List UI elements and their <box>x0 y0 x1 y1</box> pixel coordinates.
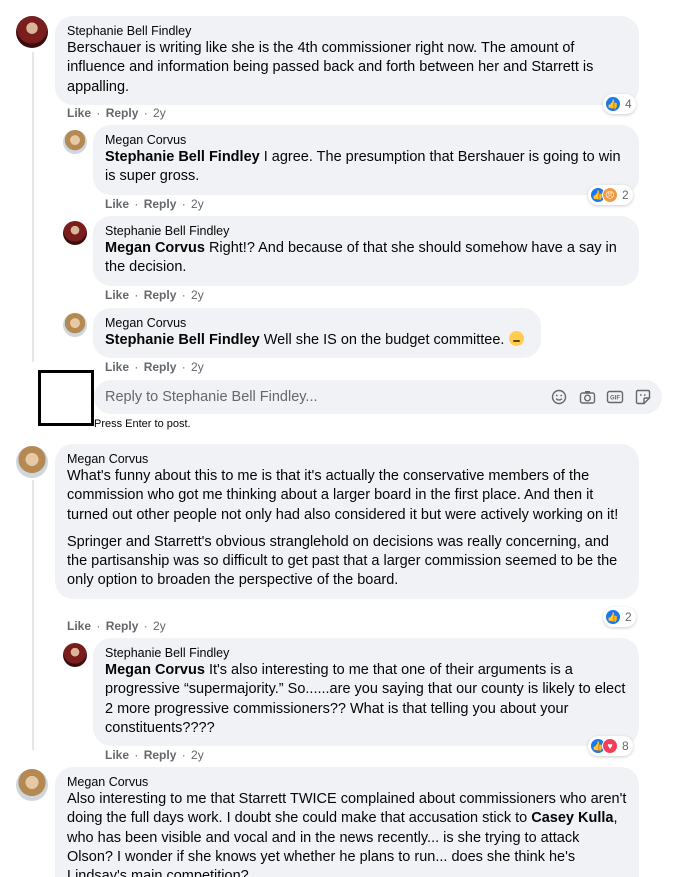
mention-link[interactable]: Stephanie Bell Findley <box>105 332 260 348</box>
comment-bubble: Stephanie Bell Findley Berschauer is wri… <box>55 16 639 105</box>
reply-input[interactable]: Reply to Stephanie Bell Findley... GIF <box>94 380 662 414</box>
smiley-icon[interactable] <box>550 388 568 406</box>
comment-bubble: Stephanie Bell Findley Megan Corvus It's… <box>93 638 639 747</box>
reaction-summary[interactable]: 👍 😠 2 <box>588 185 633 205</box>
avatar[interactable] <box>16 16 48 48</box>
reply-link[interactable]: Reply <box>144 288 177 302</box>
reaction-count: 2 <box>625 610 632 624</box>
reply-placeholder: Reply to Stephanie Bell Findley... <box>105 389 318 405</box>
comment-actions: Like · Reply · 2y <box>67 106 166 120</box>
reply-link[interactable]: Reply <box>144 197 177 211</box>
comment-bubble: Megan Corvus Stephanie Bell Findley I ag… <box>93 125 639 195</box>
angry-face-icon: 😠 <box>602 187 618 203</box>
avatar[interactable] <box>63 221 87 245</box>
mention-link[interactable]: Casey Kulla <box>531 810 613 826</box>
avatar[interactable] <box>63 130 87 154</box>
comment-paragraph: What's funny about this to me is that it… <box>67 468 619 523</box>
comment-bubble: Stephanie Bell Findley Megan Corvus Righ… <box>93 216 639 286</box>
comment-actions: Like · Reply · 2y <box>105 360 204 374</box>
comment-bubble: Megan Corvus Also interesting to me that… <box>55 767 639 877</box>
avatar[interactable] <box>63 313 87 337</box>
composer-tools: GIF <box>550 388 652 406</box>
comment-text: What's funny about this to me is that it… <box>67 467 627 591</box>
comment-text: Megan Corvus It's also interesting to me… <box>105 661 627 738</box>
comment-text: Berschauer is writing like she is the 4t… <box>67 40 594 95</box>
reaction-summary[interactable]: 👍 2 <box>603 607 636 627</box>
reaction-summary[interactable]: 👍 ♥ 8 <box>588 736 633 756</box>
timestamp[interactable]: 2y <box>191 748 204 762</box>
mention-link[interactable]: Megan Corvus <box>105 240 205 256</box>
avatar[interactable] <box>63 643 87 667</box>
comment-author[interactable]: Megan Corvus <box>105 315 529 331</box>
comment-paragraph: Springer and Starrett's obvious strangle… <box>67 533 618 589</box>
thread-line <box>32 52 34 362</box>
timestamp[interactable]: 2y <box>191 360 204 374</box>
reaction-count: 8 <box>622 739 629 753</box>
comment-author[interactable]: Stephanie Bell Findley <box>105 645 627 661</box>
thumbs-up-icon: 👍 <box>605 609 621 625</box>
timestamp[interactable]: 2y <box>153 619 166 633</box>
like-link[interactable]: Like <box>105 360 129 374</box>
eye-roll-emoji-icon <box>508 331 524 346</box>
avatar[interactable] <box>16 446 48 478</box>
like-link[interactable]: Like <box>105 748 129 762</box>
like-link[interactable]: Like <box>105 197 129 211</box>
comment-text: Megan Corvus Right!? And because of that… <box>105 239 627 278</box>
reaction-count: 4 <box>625 97 632 111</box>
comment-author[interactable]: Stephanie Bell Findley <box>67 23 627 39</box>
timestamp[interactable]: 2y <box>191 197 204 211</box>
comment-actions: Like · Reply · 2y <box>105 288 204 302</box>
svg-text:GIF: GIF <box>610 396 620 402</box>
comment-author[interactable]: Megan Corvus <box>105 132 627 148</box>
reply-link[interactable]: Reply <box>144 748 177 762</box>
comment-body: Well she IS on the budget committee. <box>259 332 505 348</box>
timestamp[interactable]: 2y <box>191 288 204 302</box>
reply-link[interactable]: Reply <box>144 360 177 374</box>
reply-link[interactable]: Reply <box>106 619 139 633</box>
like-link[interactable]: Like <box>105 288 129 302</box>
composer-hint: Press Enter to post. <box>94 418 191 430</box>
comment-text: Stephanie Bell Findley I agree. The pres… <box>105 148 627 187</box>
gif-icon[interactable]: GIF <box>606 388 624 406</box>
thread-line <box>32 480 34 750</box>
comment-bubble: Megan Corvus What's funny about this to … <box>55 444 639 599</box>
composer-avatar <box>38 370 94 426</box>
comment-text: Also interesting to me that Starrett TWI… <box>67 790 627 877</box>
comment-text: Stephanie Bell Findley Well she IS on th… <box>105 331 529 350</box>
like-link[interactable]: Like <box>67 619 91 633</box>
reaction-count: 2 <box>622 188 629 202</box>
camera-icon[interactable] <box>578 388 596 406</box>
like-link[interactable]: Like <box>67 106 91 120</box>
mention-link[interactable]: Megan Corvus <box>105 662 205 678</box>
reaction-summary[interactable]: 👍 4 <box>603 94 636 114</box>
comment-author[interactable]: Stephanie Bell Findley <box>105 223 627 239</box>
comment-actions: Like · Reply · 2y <box>105 748 204 762</box>
comment-bubble: Megan Corvus Stephanie Bell Findley Well… <box>93 308 541 359</box>
timestamp[interactable]: 2y <box>153 106 166 120</box>
reply-link[interactable]: Reply <box>106 106 139 120</box>
sticker-icon[interactable] <box>634 388 652 406</box>
comment-actions: Like · Reply · 2y <box>67 619 166 633</box>
comment-author[interactable]: Megan Corvus <box>67 774 627 790</box>
avatar[interactable] <box>16 769 48 801</box>
thumbs-up-icon: 👍 <box>605 96 621 112</box>
heart-icon: ♥ <box>602 738 618 754</box>
comment-author[interactable]: Megan Corvus <box>67 451 627 467</box>
comment-actions: Like · Reply · 2y <box>105 197 204 211</box>
mention-link[interactable]: Stephanie Bell Findley <box>105 149 260 165</box>
